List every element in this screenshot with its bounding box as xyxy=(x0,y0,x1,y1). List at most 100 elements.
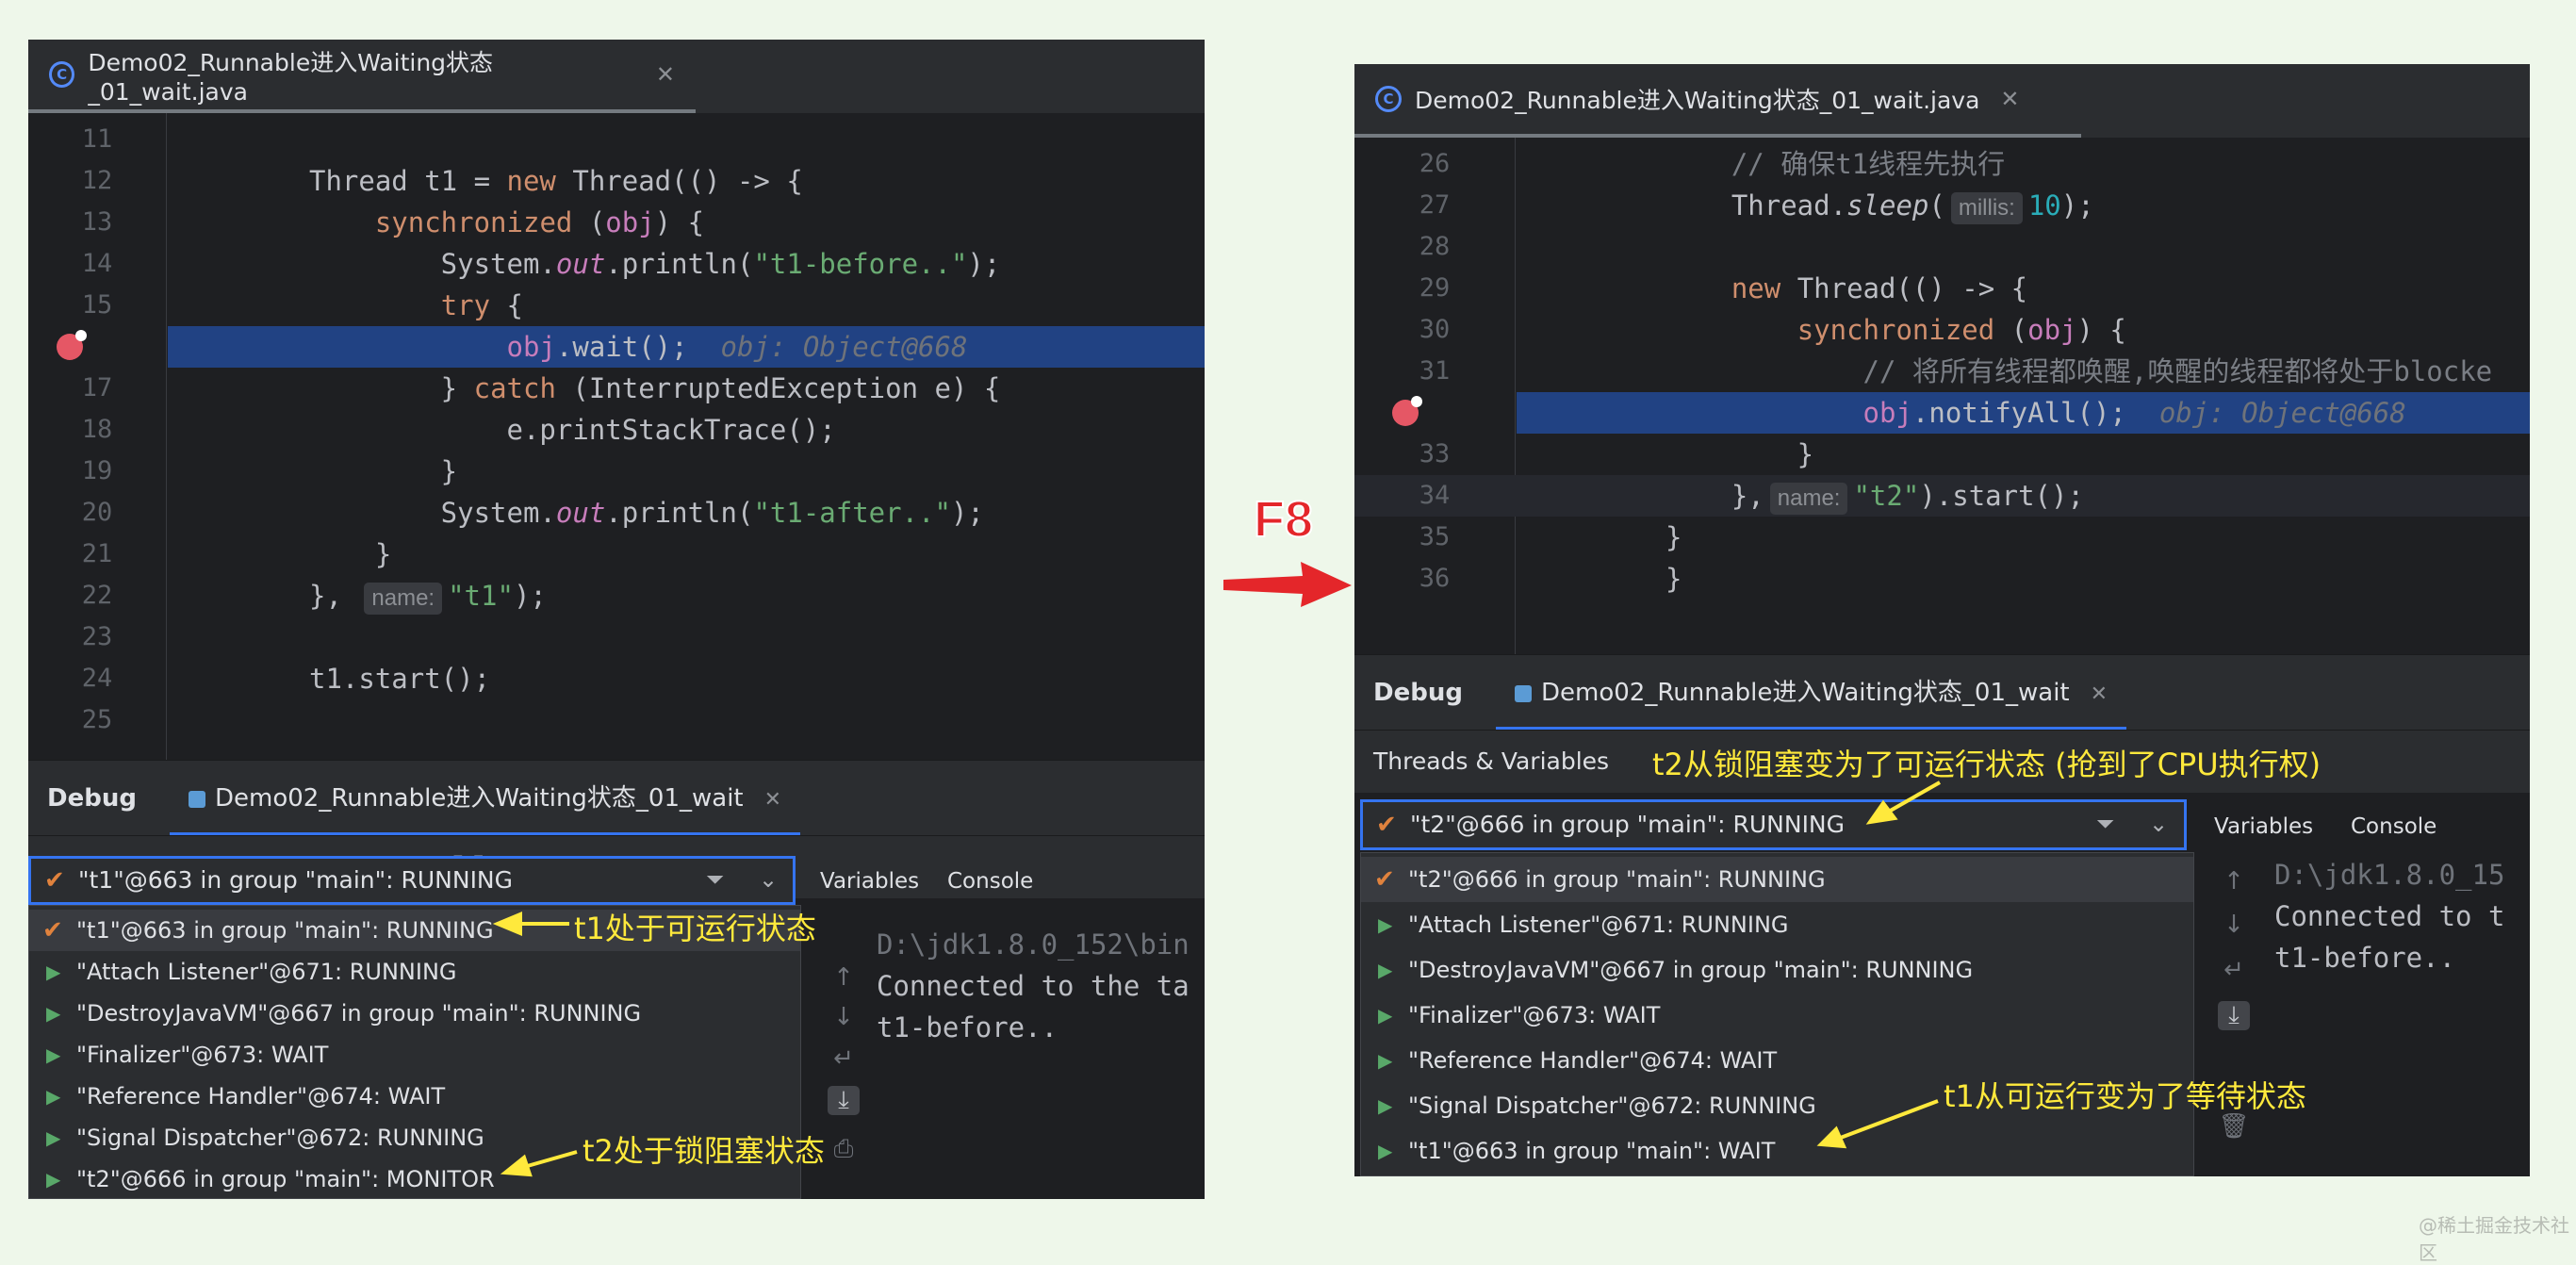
tab-variables[interactable]: Variables xyxy=(820,869,919,894)
print-icon[interactable]: ⎙ xyxy=(828,1135,860,1164)
code-line[interactable]: 34 }, name: "t2").start(); xyxy=(1354,475,2530,517)
console-output[interactable]: D:\jdk1.8.0_152\bin Connected to the ta t1… xyxy=(877,924,1190,1048)
arrow-up-icon[interactable]: ↑ xyxy=(2218,867,2250,895)
filter-icon[interactable]: ⏷ xyxy=(2096,811,2114,837)
code-line[interactable]: 29 new Thread(() -> { xyxy=(1354,268,2530,309)
thread-list-item[interactable]: ▶ "Attach Listener"@671: RUNNING xyxy=(29,951,800,993)
code-text: obj.notifyAll(); obj: Object@668 xyxy=(1665,392,2406,434)
code-line[interactable]: 22}, name: "t1"); xyxy=(28,575,1205,616)
code-token: out xyxy=(555,248,606,280)
code-line[interactable]: 33 } xyxy=(1354,434,2530,475)
debug-session-label: Demo02_Runnable进入Waiting状态_01_wait xyxy=(1541,679,2070,707)
tab-console[interactable]: Console xyxy=(947,869,1033,894)
code-line[interactable]: 23 xyxy=(28,616,1205,658)
code-line[interactable]: 20 System.out.println("t1-after.."); xyxy=(28,492,1205,534)
code-line[interactable]: 13 synchronized (obj) { xyxy=(28,202,1205,243)
thread-list-item[interactable]: ▶ "DestroyJavaVM"@667 in group "main": RU… xyxy=(29,993,800,1034)
thread-list-item[interactable]: ✔ "t2"@666 in group "main": RUNNING xyxy=(1361,857,2193,902)
checkmark-icon: ✔ xyxy=(44,866,65,895)
debug-session-tab[interactable]: Demo02_Runnable进入Waiting状态_01_wait ✕ xyxy=(170,761,801,836)
code-line[interactable]: 24 t1.start(); xyxy=(28,658,1205,699)
code-editor[interactable]: 11 12 Thread t1 = new Thread(() -> {13 syn… xyxy=(28,113,1205,760)
code-token: .wait(); xyxy=(555,331,721,363)
code-token: .notifyAll(); xyxy=(1911,397,2159,429)
editor-file-tab[interactable]: C Demo02_Runnable进入Waiting状态_01_wait.jav… xyxy=(28,40,696,113)
thread-label: "Attach Listener"@671: RUNNING xyxy=(1408,912,1789,938)
thread-label: "Reference Handler"@674: WAIT xyxy=(76,1083,446,1109)
chevron-down-icon[interactable]: ⌄ xyxy=(2149,811,2168,837)
scroll-to-end-icon[interactable]: ⤓ xyxy=(828,1086,860,1115)
arrow-up-icon[interactable]: ↑ xyxy=(828,963,860,992)
thread-list-item[interactable]: ▶ "Attach Listener"@671: RUNNING xyxy=(1361,902,2193,947)
debug-title: Debug xyxy=(47,784,137,813)
code-token: System. xyxy=(309,248,556,280)
console-line: Connected to the ta xyxy=(877,970,1190,1002)
selected-thread-label: "t2"@666 in group "main": RUNNING xyxy=(1410,811,1846,838)
code-line[interactable]: 26 // 确保t1线程先执行 xyxy=(1354,143,2530,185)
code-line[interactable]: 31 // 将所有线程都唤醒,唤醒的线程都将处于blocke xyxy=(1354,351,2530,392)
chevron-down-icon[interactable]: ⌄ xyxy=(759,866,778,893)
editor-file-tab[interactable]: C Demo02_Runnable进入Waiting状态_01_wait.jav… xyxy=(1354,64,2081,138)
run-config-icon xyxy=(189,791,205,808)
console-output[interactable]: D:\jdk1.8.0_15 Connected to t t1-before.. xyxy=(2274,854,2504,978)
code-line[interactable]: 36} xyxy=(1354,558,2530,600)
breakpoint-icon[interactable] xyxy=(57,330,87,360)
play-triangle-icon: ▶ xyxy=(46,1168,61,1191)
close-session-icon[interactable]: ✕ xyxy=(2091,682,2108,706)
thread-selector-dropdown[interactable]: ✔ "t2"@666 in group "main": RUNNING ⏷ ⌄ xyxy=(1360,799,2187,850)
code-line[interactable]: 28 xyxy=(1354,226,2530,268)
play-triangle-icon: ▶ xyxy=(1378,959,1393,981)
tab-console[interactable]: Console xyxy=(2351,814,2437,839)
code-line[interactable]: 18 e.printStackTrace(); xyxy=(28,409,1205,451)
code-line[interactable]: 30 synchronized (obj) { xyxy=(1354,309,2530,351)
scroll-to-end-icon[interactable]: ⤓ xyxy=(2218,1001,2250,1030)
soft-wrap-icon[interactable]: ↵ xyxy=(828,1044,860,1073)
thread-label: "Reference Handler"@674: WAIT xyxy=(1408,1047,1778,1074)
checkmark-icon: ✔ xyxy=(1376,811,1397,839)
code-token: t1.start(); xyxy=(309,663,491,695)
thread-list-item[interactable]: ▶ "t1"@663 in group "main": WAIT xyxy=(1361,1128,2193,1174)
breakpoint-icon[interactable] xyxy=(1392,396,1422,426)
code-editor[interactable]: 26 // 确保t1线程先执行 27 Thread.sleep(millis: 10… xyxy=(1354,138,2530,654)
arrow-down-icon[interactable]: ↓ xyxy=(2218,911,2250,939)
thread-list-item[interactable]: ▶ "Finalizer"@673: WAIT xyxy=(1361,993,2193,1038)
code-line[interactable]: 21 } xyxy=(28,534,1205,575)
annotation-t1-waiting: t1从可运行变为了等待状态 xyxy=(1944,1078,2306,1114)
code-line[interactable]: 11 xyxy=(28,119,1205,160)
thread-list-item[interactable]: ▶ "DestroyJavaVM"@667 in group "main": RU… xyxy=(1361,947,2193,993)
thread-list-item[interactable]: ▶ "Reference Handler"@674: WAIT xyxy=(29,1076,800,1117)
code-line[interactable]: obj.notifyAll(); obj: Object@668 xyxy=(1354,392,2530,434)
close-session-icon[interactable]: ✕ xyxy=(764,788,781,812)
code-line[interactable]: 17 } catch (InterruptedException e) { xyxy=(28,368,1205,409)
thread-list-item[interactable]: ▶ "Finalizer"@673: WAIT xyxy=(29,1034,800,1076)
code-line[interactable]: 19 } xyxy=(28,451,1205,492)
code-line[interactable]: 15 try { xyxy=(28,285,1205,326)
code-line[interactable]: 12 Thread t1 = new Thread(() -> { xyxy=(28,160,1205,202)
tab-variables[interactable]: Variables xyxy=(2214,814,2313,839)
file-tab-label: Demo02_Runnable进入Waiting状态_01_wait.java xyxy=(1415,87,1980,114)
thread-selector-dropdown[interactable]: ✔ "t1"@663 in group "main": RUNNING ⏷ ⌄ xyxy=(28,856,796,905)
close-tab-icon[interactable]: ✕ xyxy=(2000,86,2019,112)
delete-icon[interactable]: 🗑 xyxy=(2218,1112,2250,1141)
soft-wrap-icon[interactable]: ↵ xyxy=(2218,956,2250,984)
code-line[interactable]: 14 System.out.println("t1-before.."); xyxy=(28,243,1205,285)
code-line[interactable]: 27 Thread.sleep(millis: 10); xyxy=(1354,185,2530,226)
thread-label: "DestroyJavaVM"@667 in group "main": RUN… xyxy=(1408,957,1974,983)
code-line[interactable]: obj.wait(); obj: Object@668 xyxy=(28,326,1205,368)
code-text: System.out.println("t1-after.."); xyxy=(309,492,984,534)
left-ide-panel: C Demo02_Runnable进入Waiting状态_01_wait.jav… xyxy=(28,40,1205,1199)
code-line[interactable]: 25 xyxy=(28,699,1205,741)
code-text: new Thread(() -> { xyxy=(1665,268,2027,309)
code-line[interactable]: 35} xyxy=(1354,517,2530,558)
arrow-down-icon[interactable]: ↓ xyxy=(828,1003,860,1031)
debug-session-tab[interactable]: Demo02_Runnable进入Waiting状态_01_wait ✕ xyxy=(1496,655,2127,731)
line-number: 15 xyxy=(81,290,113,320)
close-tab-icon[interactable]: ✕ xyxy=(656,61,675,88)
code-token: } xyxy=(1665,438,1814,470)
code-text: } xyxy=(1665,558,1682,600)
play-triangle-icon: ▶ xyxy=(46,1085,61,1108)
filter-icon[interactable]: ⏷ xyxy=(706,866,724,893)
line-number: 11 xyxy=(81,124,113,154)
thread-label: "t2"@666 in group "main": MONITOR xyxy=(76,1166,495,1192)
